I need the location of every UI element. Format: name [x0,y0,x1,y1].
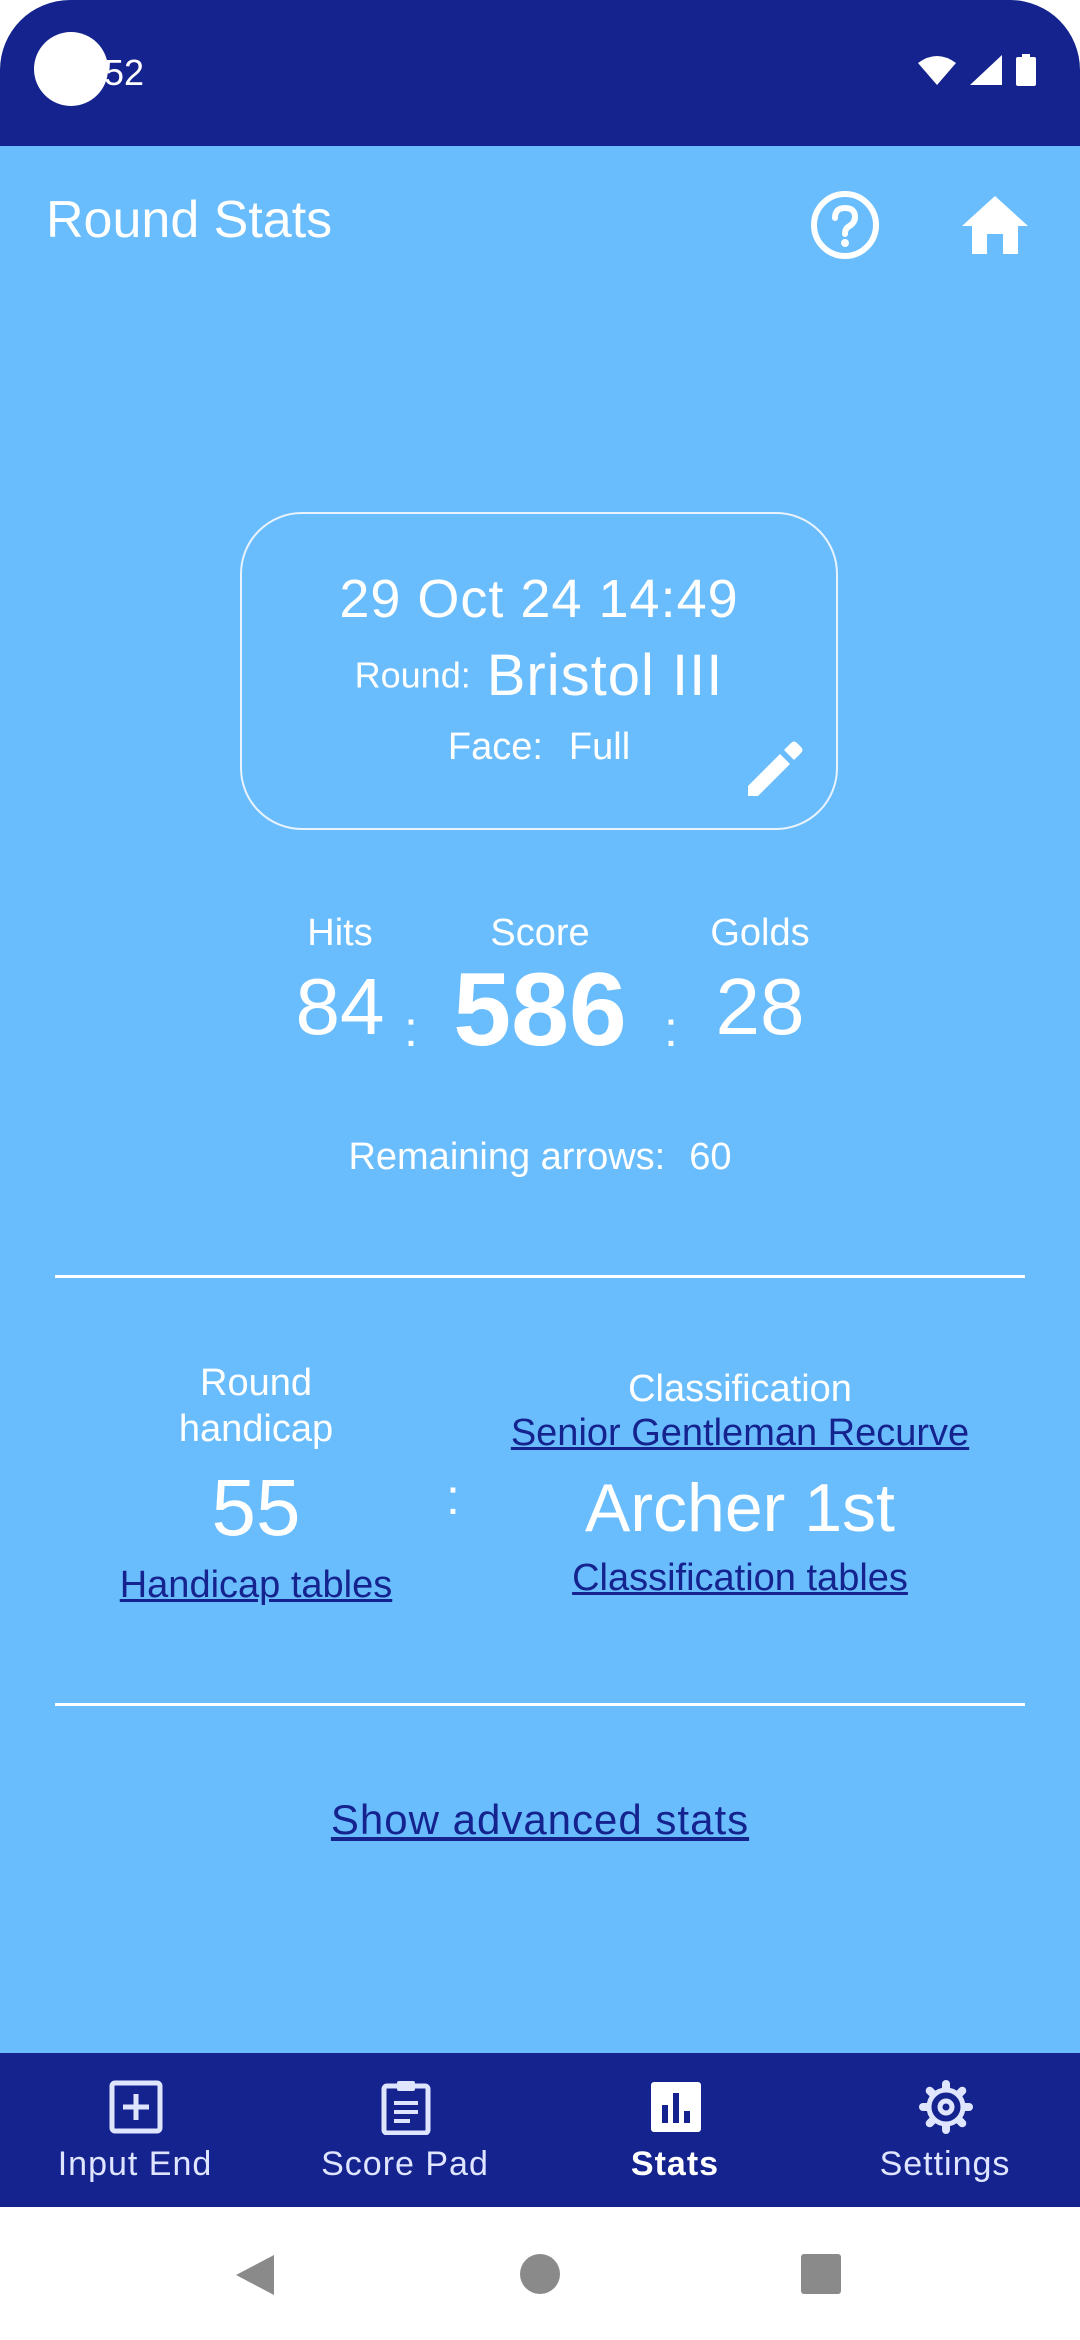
hits-label: Hits [307,912,373,954]
status-time: 52 [104,52,145,93]
score-value: 586 [453,952,627,1068]
score-label: Score [490,912,590,954]
classification-label: Classification [628,1368,852,1410]
separator-colon: : [664,1001,678,1057]
golds-value: 28 [715,962,805,1051]
round-datetime: 29 Oct 24 14:49 [339,569,739,629]
recents-icon[interactable] [801,2254,841,2294]
help-icon[interactable] [808,188,882,262]
nav-label: Settings [879,2145,1011,2183]
status-icons [918,54,1036,86]
stats-content: 29 Oct 24 14:49 Round: Bristol III Face: F… [0,300,1080,2053]
classification-category-link[interactable]: Senior Gentleman Recurve [480,1412,1000,1455]
classification-tables-link[interactable]: Classification tables [480,1557,1000,1600]
wifi-icon [918,56,956,85]
battery-icon [1016,54,1036,86]
handicap-label-2: handicap [178,1408,334,1450]
classification-value: Archer 1st [585,1470,895,1546]
handicap-label-1: Round [200,1362,312,1404]
round-info-card[interactable]: 29 Oct 24 14:49 Round: Bristol III Face: F… [240,512,838,830]
page-title: Round Stats [46,191,333,249]
golds-label: Golds [710,912,810,954]
remaining-arrows: Remaining arrows: 60 [0,1136,1080,1179]
gear-icon [919,2080,973,2134]
nav-item-score-pad[interactable]: Score Pad [270,2053,540,2207]
face-value: Full [568,726,631,768]
nav-item-input-end[interactable]: Input End [0,2053,270,2207]
advanced-stats-row: Show advanced stats [0,1796,1080,1844]
show-advanced-stats-link[interactable]: Show advanced stats [331,1796,749,1843]
classification-block: Classification Senior Gentleman Recurve … [480,1366,1000,1600]
app-bar: Round Stats [0,146,1080,300]
nav-item-settings[interactable]: Settings [810,2053,1080,2207]
remaining-value: 60 [689,1136,732,1178]
nav-label: Input End [57,2145,213,2183]
nav-item-stats[interactable]: Stats [540,2053,810,2207]
hits-value: 84 [295,962,385,1051]
handicap-tables-link[interactable]: Handicap tables [90,1564,422,1607]
handicap-value: 55 [211,1463,301,1552]
round-name-row: Round: Bristol III [242,642,836,709]
divider [55,1275,1025,1278]
round-value: Bristol III [486,643,724,708]
hits-stat: Hits 84 [270,912,410,1053]
phone-screen: 52 Round Stats 29 Oct 24 14:49 Round: Bri… [0,0,1080,2340]
status-bar: 52 [0,0,1080,146]
back-icon[interactable] [234,2253,276,2297]
home-circle-icon[interactable] [519,2253,561,2295]
add-box-icon [109,2080,163,2134]
handicap-block: Round handicap 55 Handicap tables [90,1360,422,1607]
score-stat: Score 586 [430,912,650,1070]
golds-stat: Golds 28 [690,912,830,1053]
system-nav-bar [0,2207,1080,2340]
divider [55,1703,1025,1706]
edit-pencil-icon[interactable] [742,736,808,802]
nav-label: Stats [630,2145,720,2183]
camera-cutout [34,32,108,106]
bottom-nav: Input End Score Pad Stats Settings [0,2053,1080,2207]
nav-label: Score Pad [321,2145,489,2183]
home-icon[interactable] [958,188,1032,262]
clipboard-icon [381,2081,431,2135]
separator-colon: : [446,1469,460,1525]
bar-chart-icon [651,2082,701,2132]
face-label: Face: [447,726,543,768]
round-label: Round: [354,654,471,696]
signal-icon [970,55,1002,85]
separator-colon: : [404,1001,418,1057]
remaining-label: Remaining arrows: [348,1136,666,1178]
